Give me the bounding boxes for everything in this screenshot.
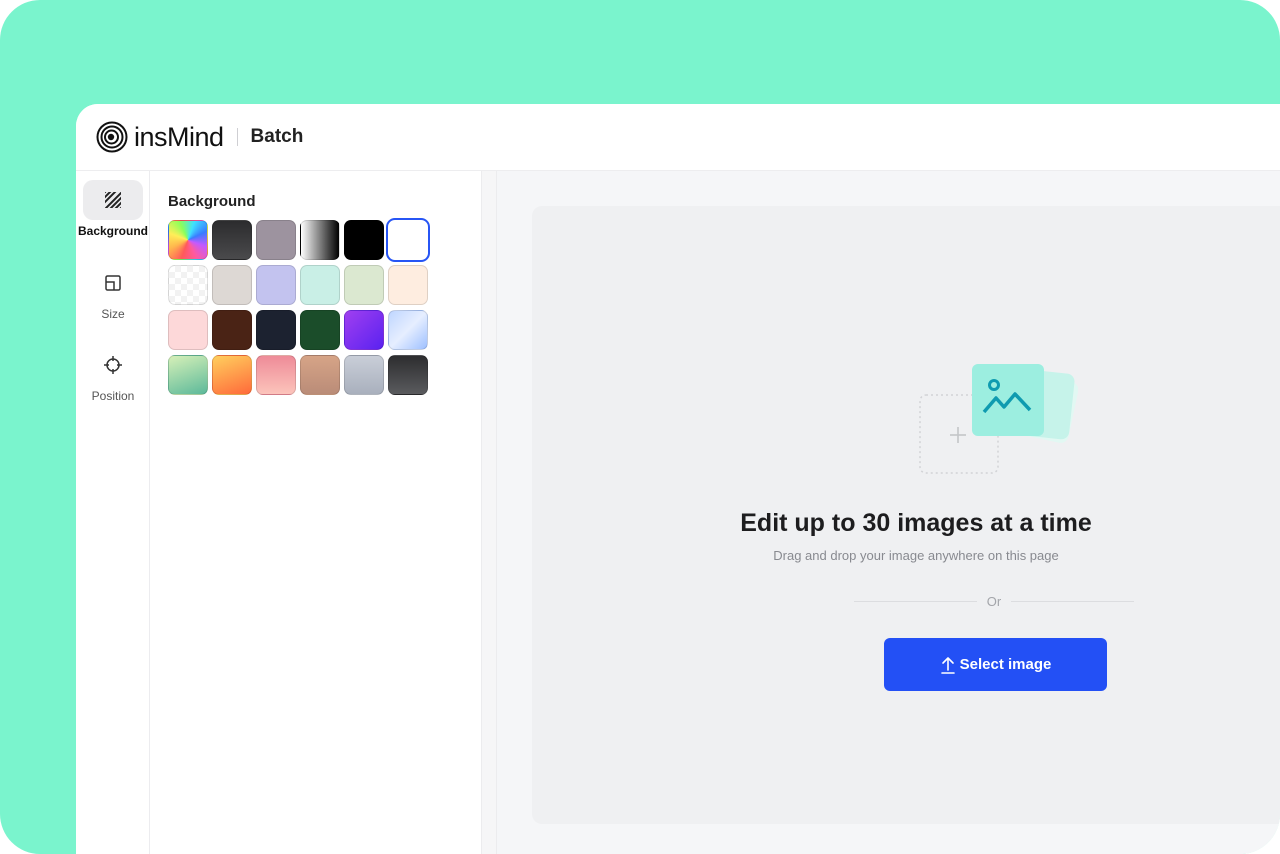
rail-icon-box xyxy=(83,180,143,220)
or-line-right xyxy=(1011,601,1135,602)
insmind-logo-icon xyxy=(96,121,128,153)
swatch-green-gradient[interactable] xyxy=(168,355,208,395)
select-image-button[interactable]: Select image xyxy=(884,638,1107,691)
swatch-mint[interactable] xyxy=(300,265,340,305)
rail-label-position: Position xyxy=(91,389,135,403)
app-window: insMind Batch Background Size Position B… xyxy=(76,104,1280,854)
rail-icon-box xyxy=(83,263,143,303)
swatch-sage[interactable] xyxy=(344,265,384,305)
workspace: Edit up to 30 images at a time Drag and … xyxy=(497,171,1280,854)
panel-resize-handle[interactable] xyxy=(481,171,497,854)
swatch-brown[interactable] xyxy=(212,310,252,350)
brand-name: insMind xyxy=(134,121,224,152)
top-bar: insMind Batch xyxy=(76,104,1280,171)
swatch-silver-gradient[interactable] xyxy=(344,355,384,395)
hatched-square-icon xyxy=(105,192,121,208)
swatch-violet[interactable] xyxy=(344,310,384,350)
rail-label-size: Size xyxy=(101,307,125,321)
swatch-forest[interactable] xyxy=(300,310,340,350)
swatch-lavender[interactable] xyxy=(256,265,296,305)
rail-label-background: Background xyxy=(77,224,148,238)
upload-arrow-icon xyxy=(940,656,955,674)
upload-headline: Edit up to 30 images at a time xyxy=(740,509,1092,537)
swatch-grid xyxy=(168,218,481,395)
swatch-navy[interactable] xyxy=(256,310,296,350)
rail-item-background[interactable]: Background xyxy=(76,180,150,238)
swatch-transparent[interactable] xyxy=(168,265,208,305)
swatch-blush[interactable] xyxy=(168,310,208,350)
or-text: Or xyxy=(986,594,1002,609)
swatch-sky-gradient[interactable] xyxy=(388,310,428,350)
swatch-pink-gradient[interactable] xyxy=(256,355,296,395)
header-divider xyxy=(236,128,238,146)
brand-logo[interactable]: insMind xyxy=(96,121,224,153)
rail-item-position[interactable]: Position xyxy=(76,345,150,403)
background-panel: Background xyxy=(150,171,481,854)
or-line-left xyxy=(854,601,977,602)
outer-frame: insMind Batch Background Size Position B… xyxy=(0,0,1280,854)
swatch-black[interactable] xyxy=(344,220,384,260)
panel-title: Background xyxy=(168,193,256,210)
swatch-warm-gray[interactable] xyxy=(212,265,252,305)
upload-subline: Drag and drop your image anywhere on thi… xyxy=(773,548,1059,563)
page-title: Batch xyxy=(250,126,304,147)
swatch-white[interactable] xyxy=(386,218,430,262)
upload-illustration-icon xyxy=(919,364,1078,474)
swatch-cream[interactable] xyxy=(388,265,428,305)
or-divider: Or xyxy=(854,594,1135,609)
tool-rail: Background Size Position xyxy=(76,171,150,854)
swatch-rainbow[interactable] xyxy=(168,220,208,260)
swatch-white-black-gradient[interactable] xyxy=(300,220,340,260)
rail-item-size[interactable]: Size xyxy=(76,263,150,321)
swatch-graphite-gradient[interactable] xyxy=(388,355,428,395)
swatch-charcoal[interactable] xyxy=(212,220,252,260)
select-image-label: Select image xyxy=(959,656,1052,673)
crosshair-icon xyxy=(104,356,122,374)
rail-icon-box xyxy=(83,345,143,385)
swatch-mauve-gray[interactable] xyxy=(256,220,296,260)
resize-icon xyxy=(105,275,121,291)
swatch-bronze-gradient[interactable] xyxy=(300,355,340,395)
upload-dropzone[interactable]: Edit up to 30 images at a time Drag and … xyxy=(532,206,1280,824)
swatch-orange-gradient[interactable] xyxy=(212,355,252,395)
